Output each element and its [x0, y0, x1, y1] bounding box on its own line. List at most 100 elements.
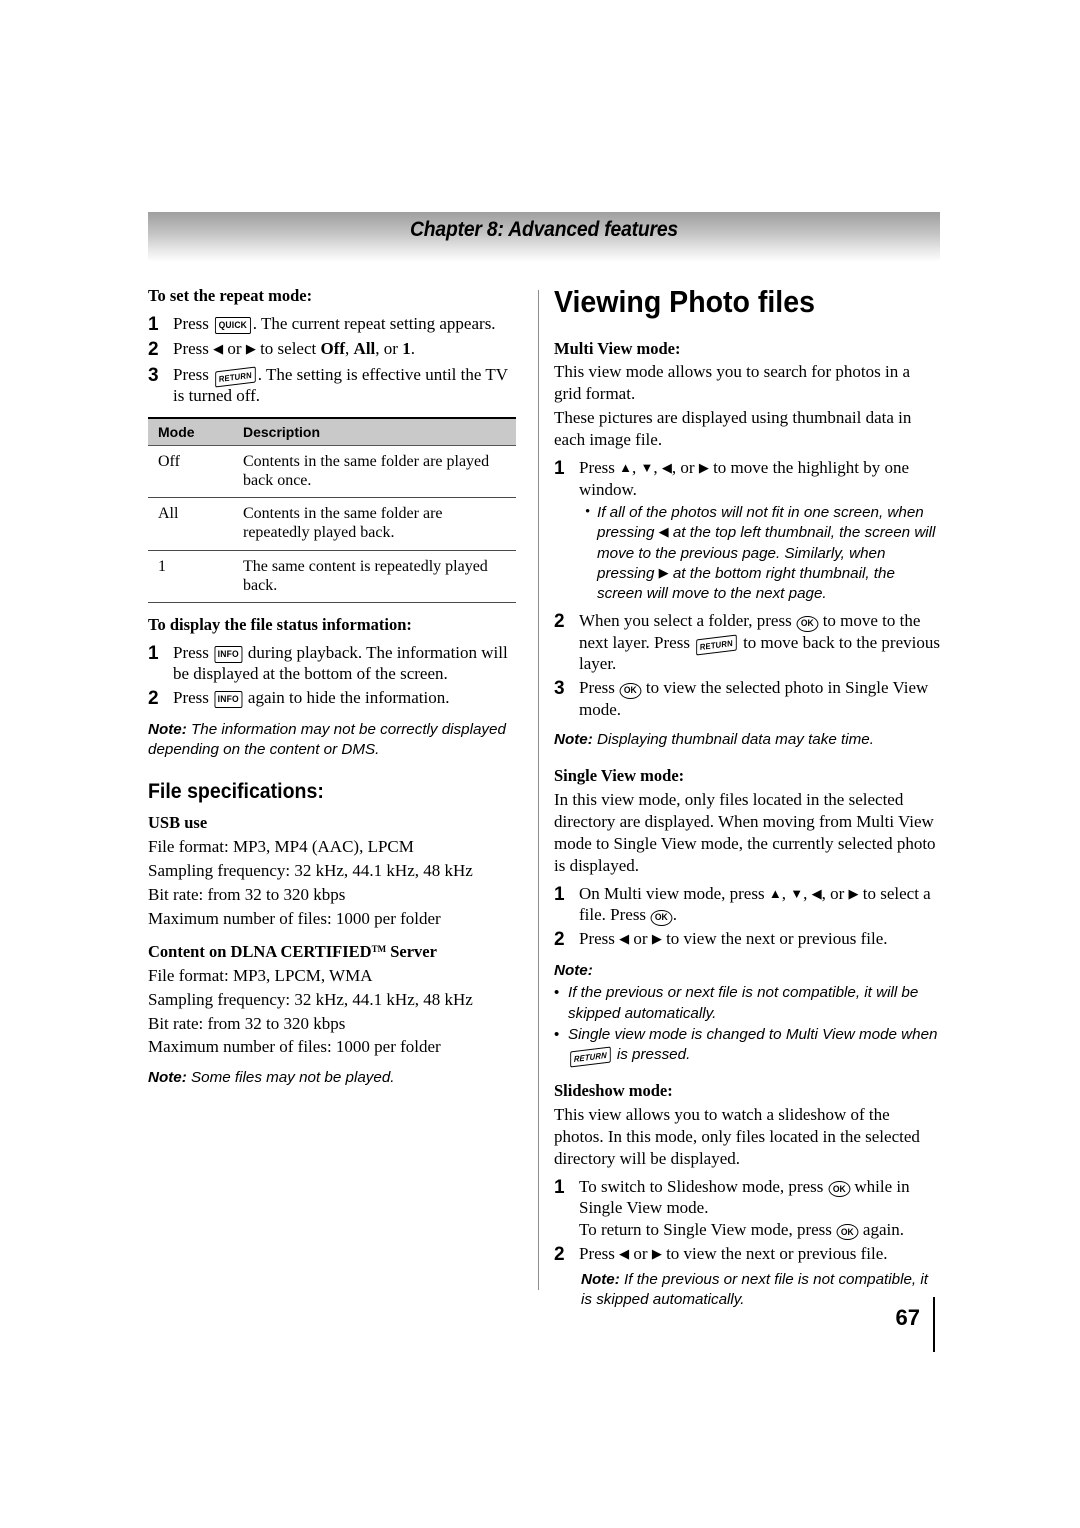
right-column: Viewing Photo files Multi View mode: Thi…	[554, 285, 940, 1312]
step-item: 3 Press OK to view the selected photo in…	[554, 677, 940, 720]
step-number: 3	[148, 364, 159, 386]
step-text-b: to view the next or previous file.	[661, 928, 888, 948]
step-text-d: again.	[858, 1219, 904, 1239]
step-number: 2	[554, 928, 565, 950]
step-text-pre: Press	[173, 642, 214, 662]
sep: ,	[781, 883, 791, 903]
step-text: Press ▲, ▼, ◀, or ▶ to move the highligh…	[579, 457, 940, 604]
step-number: 2	[148, 687, 159, 709]
multi-view-steps: 1 Press ▲, ▼, ◀, or ▶ to move the highli…	[554, 457, 940, 720]
note-text: Displaying thumbnail data may take time.	[592, 731, 874, 749]
step-text-a: Press	[579, 928, 620, 948]
dlna-spec-line: Bit rate: from 32 to 320 kbps	[148, 1013, 346, 1033]
step-item: 1 Press ▲, ▼, ◀, or ▶ to move the highli…	[554, 457, 940, 604]
note-label: Note:	[554, 962, 593, 980]
page-number: 67	[895, 1305, 920, 1330]
manual-page: Chapter 8: Advanced features To set the …	[0, 0, 1080, 1528]
table-cell-description: Contents in the same folder are played b…	[233, 445, 516, 499]
substep-item: • If all of the photos will not fit in o…	[585, 503, 940, 604]
file-status-note: Note: The information may not be correct…	[148, 720, 516, 760]
sep: ,	[345, 339, 354, 359]
note-item-text-b: is pressed.	[612, 1046, 691, 1063]
slideshow-subheading: Slideshow mode:	[554, 1081, 673, 1101]
bullet-icon: •	[585, 504, 591, 521]
step-text-c: To return to Single View mode, press	[579, 1219, 837, 1239]
ok-key-icon: OK	[650, 909, 673, 926]
return-key-icon: RETURN	[570, 1046, 611, 1067]
info-key-icon: INFO	[214, 691, 243, 708]
dlna-subheading-tail: Server	[386, 941, 437, 961]
step-text-a: Press	[579, 1243, 620, 1263]
step-text: Press RETURN. The setting is effective u…	[173, 364, 516, 407]
table-cell-mode: 1	[148, 550, 233, 603]
left-arrow-icon: ◀	[619, 1245, 630, 1261]
table-cell-mode: Off	[148, 445, 233, 499]
single-view-subheading: Single View mode:	[554, 766, 685, 786]
step-text: Press QUICK. The current repeat setting …	[173, 313, 516, 335]
multi-view-note: Note: Displaying thumbnail data may take…	[554, 730, 940, 750]
step-number: 3	[554, 678, 565, 700]
note-item-text-a: Single view mode is changed to Multi Vie…	[568, 1025, 938, 1043]
step-item: 2 When you select a folder, press OK to …	[554, 610, 940, 675]
note-label: Note:	[581, 1271, 620, 1289]
table-row: 1 The same content is repeatedly played …	[148, 550, 516, 603]
step-number: 1	[148, 313, 159, 335]
step-text-post: again to hide the information.	[243, 687, 450, 707]
table-cell-description: Contents in the same folder are repeated…	[233, 497, 516, 551]
file-specifications-heading: File specifications:	[148, 780, 324, 804]
dlna-subheading-text: Content on DLNA CERTIFIED	[148, 941, 372, 961]
ok-key-icon: OK	[619, 682, 642, 699]
step-number: 1	[554, 1176, 565, 1198]
repeat-mode-table: Mode Description Off Contents in the sam…	[148, 416, 516, 603]
table-header-row: Mode Description	[148, 416, 516, 446]
info-key-icon: INFO	[214, 646, 243, 663]
step-number: 1	[554, 458, 565, 480]
step-text-pre: Press	[173, 364, 214, 384]
multi-view-paragraph: These pictures are displayed using thumb…	[554, 408, 912, 450]
file-spec-note: Note: Some files may not be played.	[148, 1068, 516, 1088]
step-number: 2	[148, 339, 159, 361]
chapter-title: Chapter 8: Advanced features	[410, 218, 678, 241]
return-key-icon: RETURN	[215, 366, 256, 388]
file-status-steps: 1 Press INFO during playback. The inform…	[148, 642, 516, 711]
single-view-note: Note: • If the previous or next file is …	[554, 961, 940, 1067]
step-text-a: When you select a folder, press	[579, 611, 796, 631]
step-text: Press ◀ or ▶ to view the next or previou…	[579, 928, 940, 950]
trademark-symbol: TM	[371, 943, 387, 954]
sep: or	[629, 1243, 652, 1263]
note-item: • If the previous or next file is not co…	[554, 983, 940, 1023]
file-status-heading: To display the file status information:	[148, 614, 412, 634]
sep: , or	[375, 339, 403, 359]
repeat-mode-steps: 1 Press QUICK. The current repeat settin…	[148, 313, 516, 407]
right-arrow-icon: ▶	[658, 564, 669, 580]
right-arrow-icon: ▶	[698, 460, 709, 476]
sep: .	[410, 339, 415, 359]
usb-spec-line: Sampling frequency: 32 kHz, 44.1 kHz, 48…	[148, 861, 473, 881]
step-text: Press ◀ or ▶ to view the next or previou…	[579, 1243, 940, 1311]
step-text: Press OK to view the selected photo in S…	[579, 677, 940, 720]
down-arrow-icon: ▼	[640, 460, 654, 476]
note-item-text: Single view mode is changed to Multi Vie…	[568, 1025, 940, 1067]
note-label: Note:	[148, 721, 187, 739]
multi-view-subheading: Multi View mode:	[554, 338, 681, 358]
quick-key-icon: QUICK	[215, 317, 251, 334]
right-arrow-icon: ▶	[651, 930, 662, 946]
step-number: 1	[554, 883, 565, 905]
step-text-pre: Press	[579, 458, 620, 478]
step-item: 2 Press ◀ or ▶ to select Off, All, or 1.	[148, 338, 516, 361]
left-arrow-icon: ◀	[661, 460, 672, 476]
step-item: 3 Press RETURN. The setting is effective…	[148, 364, 516, 407]
sep: or	[629, 928, 652, 948]
left-arrow-icon: ◀	[811, 885, 822, 901]
sep: ,	[632, 458, 641, 478]
step-text-a: Press	[579, 678, 620, 698]
step-text-pre: Press	[173, 687, 214, 707]
right-arrow-icon: ▶	[848, 885, 859, 901]
step-text: When you select a folder, press OK to mo…	[579, 610, 940, 675]
table-header-mode: Mode	[148, 416, 233, 446]
sep: ,	[803, 883, 812, 903]
repeat-mode-heading: To set the repeat mode:	[148, 286, 313, 305]
step-text: Press INFO during playback. The informat…	[173, 642, 516, 685]
dlna-subheading: Content on DLNA CERTIFIEDTM Server	[148, 942, 516, 962]
ok-key-icon: OK	[828, 1181, 850, 1198]
